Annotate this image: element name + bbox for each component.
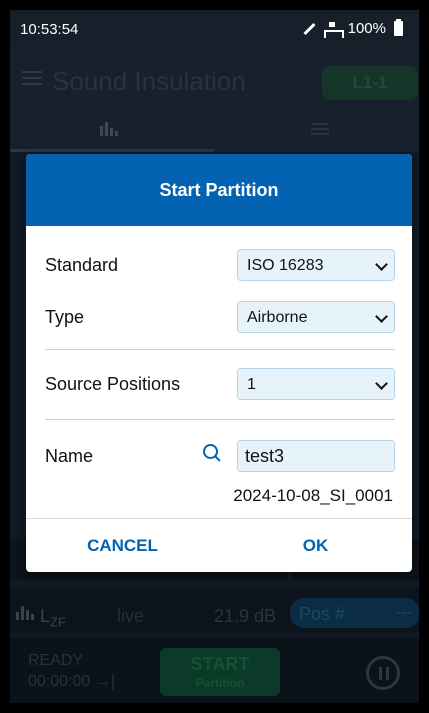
bar-chart-icon bbox=[100, 122, 118, 136]
position-label: Pos # bbox=[299, 604, 346, 624]
network-icon bbox=[323, 21, 344, 38]
meter-mode: live bbox=[117, 606, 145, 626]
clock: 10:53:54 bbox=[20, 21, 79, 38]
battery-percent: 100% bbox=[347, 20, 386, 37]
type-row: Type Airborne bbox=[26, 297, 412, 337]
status-icons: 100% bbox=[302, 19, 403, 38]
tab-measurement[interactable] bbox=[10, 106, 214, 152]
start-button-sublabel: Partition bbox=[195, 676, 245, 690]
bluetooth-icon bbox=[302, 22, 316, 36]
measurement-status: READY 00:00:00 →| bbox=[28, 650, 115, 692]
name-label: Name bbox=[45, 446, 94, 466]
source-positions-select[interactable]: 1 bbox=[237, 368, 395, 400]
search-icon[interactable] bbox=[203, 444, 221, 462]
cancel-button[interactable]: CANCEL bbox=[26, 519, 219, 572]
source-positions-label: Source Positions bbox=[45, 374, 181, 394]
start-partition-button[interactable]: START Partition bbox=[160, 648, 280, 696]
standard-select[interactable]: ISO 16283 bbox=[237, 249, 395, 281]
source-positions-value: 1 bbox=[247, 376, 256, 393]
type-value: Airborne bbox=[247, 309, 308, 326]
file-id: 2024-10-08_SI_0001 bbox=[233, 486, 393, 505]
tab-settings[interactable] bbox=[215, 106, 419, 152]
name-row: Name bbox=[26, 436, 412, 476]
battery-icon bbox=[394, 19, 403, 36]
chevron-down-icon bbox=[375, 258, 388, 271]
type-select[interactable]: Airborne bbox=[237, 301, 395, 333]
standard-value: ISO 16283 bbox=[247, 257, 324, 274]
dialog-actions: CANCEL OK bbox=[26, 518, 412, 572]
status-bar: 10:53:54 100% bbox=[10, 10, 419, 48]
divider bbox=[45, 419, 395, 420]
start-button-label: START bbox=[190, 654, 250, 674]
position-value: --- bbox=[396, 604, 412, 621]
start-partition-dialog: Start Partition Standard ISO 16283 Type … bbox=[26, 154, 412, 572]
pause-icon[interactable] bbox=[366, 656, 400, 690]
type-label: Type bbox=[45, 307, 85, 327]
dialog-title: Start Partition bbox=[26, 154, 412, 226]
timer-text: 00:00:00 →| bbox=[28, 673, 115, 690]
bottom-bar: READY 00:00:00 →| START Partition bbox=[10, 638, 419, 703]
standard-row: Standard ISO 16283 bbox=[26, 245, 412, 285]
meter-value: 21.9 dB bbox=[214, 606, 277, 626]
divider bbox=[45, 349, 395, 350]
name-input[interactable] bbox=[237, 440, 395, 472]
chevron-down-icon bbox=[375, 310, 388, 323]
position-field[interactable]: Pos # --- bbox=[290, 598, 419, 628]
meter-row-live: LZF live 21.9 dB Pos # --- bbox=[10, 588, 419, 632]
ok-button[interactable]: OK bbox=[219, 519, 412, 572]
app-bar: Sound Insulation L1-1 bbox=[10, 48, 419, 106]
app-title: Sound Insulation bbox=[52, 66, 246, 96]
spectrum-icon bbox=[16, 604, 36, 620]
source-positions-row: Source Positions 1 bbox=[26, 364, 412, 404]
chevron-down-icon bbox=[375, 377, 388, 390]
sliders-icon bbox=[311, 122, 329, 136]
tab-bar bbox=[10, 106, 419, 152]
level-badge[interactable]: L1-1 bbox=[322, 66, 418, 100]
meter-label: LZF bbox=[40, 606, 66, 630]
standard-label: Standard bbox=[45, 255, 119, 275]
menu-icon[interactable] bbox=[22, 71, 42, 85]
status-text: READY bbox=[28, 652, 84, 669]
